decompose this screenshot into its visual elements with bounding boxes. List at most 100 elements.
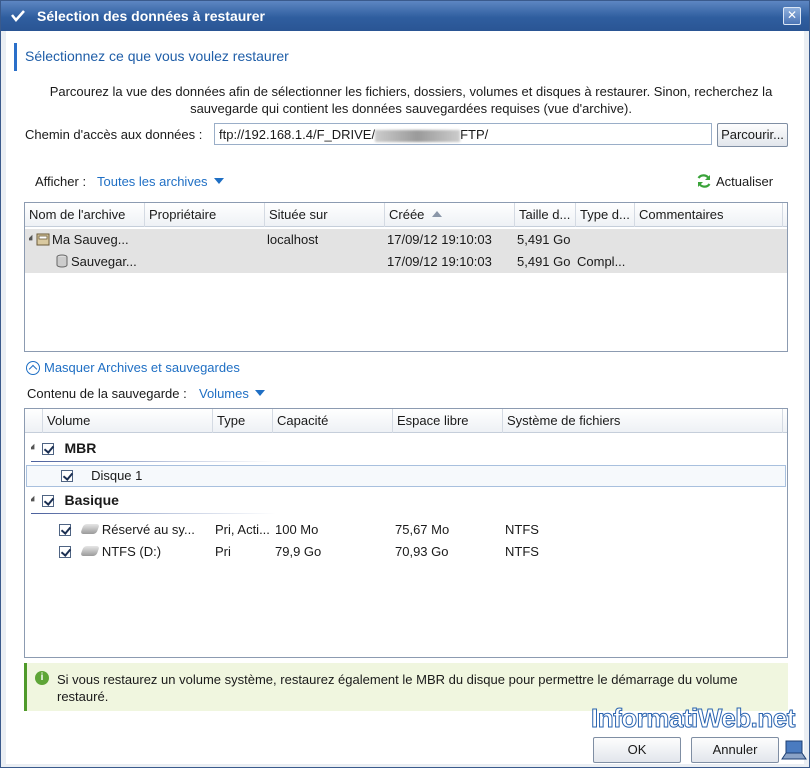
collapse-up-icon bbox=[26, 360, 40, 375]
col-created[interactable]: Créée bbox=[385, 203, 515, 227]
disk-row[interactable]: Disque 1 bbox=[26, 465, 786, 487]
mbr-checkbox[interactable] bbox=[41, 443, 54, 455]
mbr-group-label: MBR bbox=[64, 440, 97, 456]
backup-content-label: Contenu de la sauvegarde : bbox=[27, 386, 187, 401]
watermark-text: InformatiWeb.net bbox=[591, 703, 796, 734]
volumes-header: Volume Type Capacité Espace libre Systèm… bbox=[25, 409, 787, 433]
redacted-blur bbox=[375, 129, 461, 142]
ok-button[interactable]: OK bbox=[593, 737, 681, 763]
cancel-button[interactable]: Annuler bbox=[691, 737, 779, 763]
archive-size: 5,491 Go bbox=[517, 232, 571, 247]
basic-group-label: Basique bbox=[64, 492, 119, 508]
col-vol-type[interactable]: Type bbox=[213, 409, 273, 433]
volume-free: 75,67 Mo bbox=[395, 522, 450, 537]
close-button[interactable]: ✕ bbox=[783, 7, 801, 25]
backup-type: Compl... bbox=[577, 254, 626, 269]
volume-cell: Réservé au sy... bbox=[59, 519, 209, 541]
volume-cell: NTFS (D:) bbox=[59, 541, 209, 563]
info-message: Si vous restaurez un volume système, res… bbox=[57, 672, 738, 704]
refresh-button[interactable]: Actualiser bbox=[696, 172, 773, 190]
show-label: Afficher : bbox=[35, 174, 87, 189]
archives-table: Nom de l'archive Propriétaire Située sur… bbox=[24, 202, 788, 352]
col-filesystem[interactable]: Système de fichiers bbox=[503, 409, 783, 433]
col-size[interactable]: Taille d... bbox=[515, 203, 576, 227]
volume-name: Réservé au sy... bbox=[101, 522, 195, 537]
basic-group-cell: Basique bbox=[31, 489, 119, 511]
volumes-table: Volume Type Capacité Espace libre Systèm… bbox=[24, 408, 788, 658]
show-filter-value: Toutes les archives bbox=[97, 174, 208, 189]
col-free-space[interactable]: Espace libre bbox=[393, 409, 503, 433]
refresh-label: Actualiser bbox=[716, 173, 774, 189]
title-bar: Sélection des données à restaurer ✕ bbox=[1, 1, 809, 31]
volume-type: Pri bbox=[215, 544, 231, 559]
info-icon: i bbox=[35, 671, 49, 685]
group-row-basic[interactable]: Basique bbox=[25, 489, 787, 511]
basic-checkbox[interactable] bbox=[41, 495, 54, 507]
volume-fs: NTFS bbox=[505, 522, 539, 537]
col-type[interactable]: Type d... bbox=[576, 203, 635, 227]
col-volume[interactable]: Volume bbox=[43, 409, 213, 433]
hide-archives-toggle[interactable]: Masquer Archives et sauvegardes bbox=[26, 360, 240, 375]
app-check-icon bbox=[11, 10, 25, 22]
col-created-label: Créée bbox=[389, 207, 425, 222]
sort-ascending-icon bbox=[432, 211, 443, 217]
volume-free: 70,93 Go bbox=[395, 544, 449, 559]
path-label: Chemin d'accès aux données : bbox=[25, 127, 203, 142]
col-select bbox=[25, 409, 43, 433]
col-owner[interactable]: Propriétaire bbox=[145, 203, 265, 227]
volume-drive-icon bbox=[80, 524, 100, 534]
hide-archives-label: Masquer Archives et sauvegardes bbox=[44, 360, 240, 375]
group-divider bbox=[31, 513, 381, 514]
chevron-down-icon bbox=[254, 390, 265, 396]
chevron-down-icon bbox=[213, 178, 224, 184]
col-capacity[interactable]: Capacité bbox=[273, 409, 393, 433]
page-heading: Sélectionnez ce que vous voulez restaure… bbox=[14, 43, 289, 71]
col-location[interactable]: Située sur bbox=[265, 203, 385, 227]
path-value-start: ftp://192.168.1.4/F_DRIVE/ bbox=[219, 127, 376, 142]
backup-name: Sauvegar... bbox=[71, 254, 137, 269]
col-comments[interactable]: Commentaires bbox=[635, 203, 783, 227]
volume-drive-icon bbox=[80, 546, 100, 556]
laptop-logo-icon bbox=[781, 740, 807, 760]
disk-label: Disque 1 bbox=[91, 468, 143, 483]
volume-fs: NTFS bbox=[505, 544, 539, 559]
backup-created: 17/09/12 19:10:03 bbox=[387, 254, 492, 269]
group-divider bbox=[31, 461, 381, 462]
disk-cell: Disque 1 bbox=[61, 466, 142, 486]
volume-checkbox[interactable] bbox=[59, 524, 71, 536]
archive-icon bbox=[36, 233, 50, 246]
backup-content-dropdown[interactable]: Volumes bbox=[199, 386, 265, 401]
col-archive-name[interactable]: Nom de l'archive bbox=[25, 203, 145, 227]
volume-type: Pri, Acti... bbox=[215, 522, 270, 537]
archive-name: Ma Sauveg... bbox=[52, 232, 129, 247]
volume-capacity: 100 Mo bbox=[275, 522, 319, 537]
window-title: Sélection des données à restaurer bbox=[37, 8, 265, 24]
restore-dialog: Sélection des données à restaurer ✕ Séle… bbox=[0, 0, 810, 768]
path-input[interactable]: ftp://192.168.1.4/F_DRIVE/FTP/ bbox=[214, 123, 712, 145]
description-text: Parcourez la vue des données afin de sél… bbox=[49, 84, 773, 116]
disk-checkbox[interactable] bbox=[61, 470, 73, 482]
path-value-end: FTP/ bbox=[460, 127, 489, 142]
archive-location: localhost bbox=[267, 232, 319, 247]
show-filter-dropdown[interactable]: Toutes les archives bbox=[97, 174, 224, 189]
volume-checkbox[interactable] bbox=[59, 546, 71, 558]
group-row-mbr[interactable]: MBR bbox=[25, 437, 787, 459]
dialog-body: Sélectionnez ce que vous voulez restaure… bbox=[6, 31, 804, 764]
volume-name: NTFS (D:) bbox=[101, 544, 162, 559]
volume-row[interactable]: NTFS (D:) Pri 79,9 Go 70,93 Go NTFS bbox=[25, 541, 787, 563]
volume-capacity: 79,9 Go bbox=[275, 544, 322, 559]
browse-button[interactable]: Parcourir... bbox=[717, 123, 788, 147]
expand-icon[interactable] bbox=[29, 234, 36, 244]
volume-row[interactable]: Réservé au sy... Pri, Acti... 100 Mo 75,… bbox=[25, 519, 787, 541]
backup-row[interactable]: Sauvegar... 17/09/12 19:10:03 5,491 Go C… bbox=[25, 251, 787, 273]
archives-header: Nom de l'archive Propriétaire Située sur… bbox=[25, 203, 787, 227]
archive-row[interactable]: Ma Sauveg... localhost 17/09/12 19:10:03… bbox=[25, 229, 787, 251]
expand-icon[interactable] bbox=[31, 443, 38, 453]
backup-name-cell: Sauvegar... bbox=[55, 251, 145, 273]
archive-created: 17/09/12 19:10:03 bbox=[387, 232, 492, 247]
archive-name-cell: Ma Sauveg... bbox=[29, 229, 143, 251]
backup-content-value: Volumes bbox=[199, 386, 249, 401]
expand-icon[interactable] bbox=[31, 495, 38, 505]
refresh-icon bbox=[697, 174, 711, 188]
backup-size: 5,491 Go bbox=[517, 254, 571, 269]
